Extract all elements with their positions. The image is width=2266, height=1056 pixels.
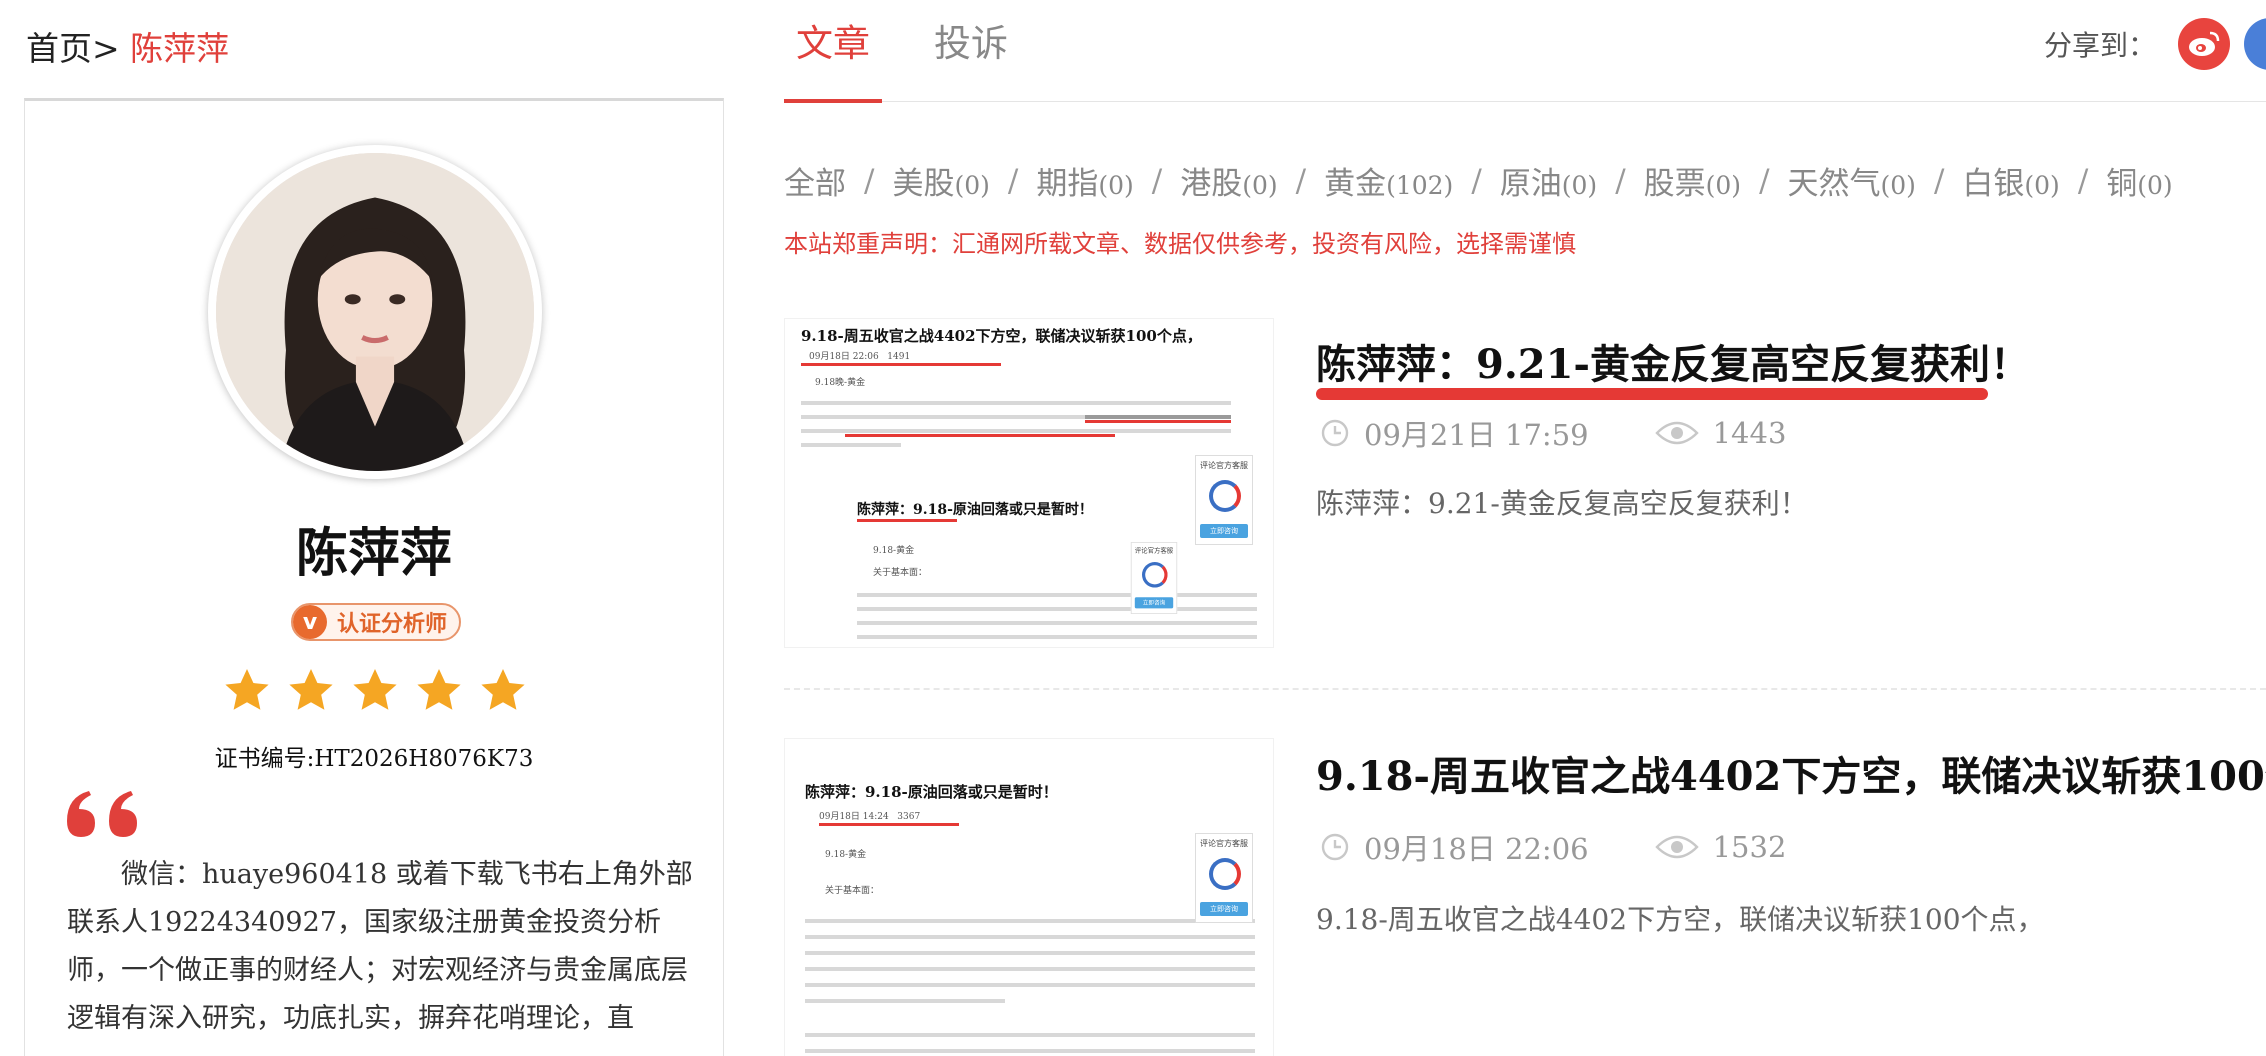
filter-all[interactable]: 全部 [784,158,846,203]
filter-silver[interactable]: 白银(0) [1962,158,2059,203]
avatar-frame [208,145,542,479]
analyst-intro: 微信：huaye960418 或着下载飞书右上角外部联系人19224340927… [67,859,693,1034]
breadcrumb: 首页> 陈萍萍 [26,22,229,70]
thumb-underline [801,363,1001,366]
thumb-inner-subtitle: 关于基本面： [873,568,928,578]
star-icon [353,669,397,710]
article-summary: 陈萍萍：9.21-黄金反复高空反复获利！ [1316,487,1808,520]
filter-us-stocks[interactable]: 美股(0) [892,158,989,203]
thumb-underline [819,823,959,826]
clock-icon [1321,419,1349,447]
filter-separator: / [1615,162,1626,199]
article-date: 09月18日 22:06 [1364,832,1589,866]
thumb-section: 9.18-黄金 [825,850,867,860]
article-summary: 9.18-周五收官之战4402下方空，联储决议斩获100个点， [1316,903,2045,936]
quote-icon [67,791,137,837]
analyst-profile-card: 陈萍萍 v 认证分析师 证书编号:HT2026H8076K73 微信：huaye… [24,98,724,1056]
article-meta: 09月18日 22:06 1532 [1320,826,1786,868]
filter-gold[interactable]: 黄金(102) [1324,158,1453,203]
tab-complaints[interactable]: 投诉 [934,20,1008,102]
star-icon [225,669,269,710]
disclaimer: 本站郑重声明：汇通网所载文章、数据仅供参考，投资有风险，选择需谨慎 [784,230,1576,258]
article-title[interactable]: 陈萍萍：9.21-黄金反复高空反复获利！ [1316,332,2030,390]
thumb-title: 9.18-周五收官之战4402下方空，联储决议斩获100个点， [801,327,1202,345]
qzone-share-button[interactable] [2244,18,2266,70]
thumb-service-box: 评论官方客服 立即咨询 [1195,833,1253,923]
thumb-inner-title: 陈萍萍：9.18-原油回落或只是暂时！ [857,502,1093,518]
filter-hk-stocks[interactable]: 港股(0) [1180,158,1277,203]
certificate-number: 证书编号:HT2026H8076K73 [214,746,534,772]
thumb-inner-subtitle: 关于基本面： [825,886,880,896]
filter-index-futures[interactable]: 期指(0) [1036,158,1133,203]
share-bar: 分享到： [2044,18,2266,70]
certified-analyst-badge: v 认证分析师 [291,603,461,641]
thumb-meta: 09月18日 22:06 1491 [809,352,911,362]
filter-separator: / [1007,162,1019,199]
article-divider [784,688,2266,690]
article-thumbnail[interactable]: 陈萍萍：9.18-原油回落或只是暂时！ 09月18日 14:24 3367 9.… [784,738,1274,1056]
eye-icon [1654,835,1699,859]
thumb-inner-section: 9.18-黄金 [873,546,915,556]
tab-articles[interactable]: 文章 [784,20,882,103]
thumb-title: 陈萍萍：9.18-原油回落或只是暂时！ [805,783,1058,801]
analyst-name: 陈萍萍 [295,523,452,584]
filter-separator: / [1933,162,1945,199]
clock-icon [1321,833,1349,861]
star-icon [481,669,525,710]
thumb-service-box: 评论官方客服 立即咨询 [1130,542,1178,614]
filter-separator: / [1759,162,1770,199]
breadcrumb-home-link[interactable]: 首页> [26,29,120,68]
article-title[interactable]: 9.18-周五收官之战4402下方空，联储决议斩获100个点， [1316,744,2266,802]
verified-v-icon: v [293,605,327,639]
share-label: 分享到： [2043,29,2156,62]
article-meta: 09月21日 17:59 1443 [1320,412,1786,454]
filter-separator: / [1151,162,1163,199]
breadcrumb-current: 陈萍萍 [130,29,230,68]
eye-icon [1654,421,1699,445]
article-item[interactable]: 9.18-周五收官之战4402下方空，联储决议斩获100个点， 09月18日 2… [784,318,2266,648]
filter-separator: / [2077,162,2089,199]
content-tabs: 文章 投诉 分享到： [784,0,2266,103]
star-icon [417,669,461,710]
filter-separator: / [1471,162,1482,199]
title-highlight-underline [1316,388,1988,400]
rating-stars [223,667,527,713]
weibo-icon [2189,31,2220,56]
thumb-service-box: 评论官方客服 立即咨询 [1195,455,1253,545]
badge-label: 认证分析师 [337,612,448,637]
category-filter-bar: 全部 / 美股(0) / 期指(0) / 港股(0) / 黄金(102) / 原… [784,158,2173,203]
filter-separator: / [1295,162,1307,199]
thumb-meta: 09月18日 14:24 3367 [819,812,921,822]
article-views: 1443 [1712,416,1787,450]
filter-copper[interactable]: 铜(0) [2106,158,2172,203]
weibo-share-button[interactable] [2178,18,2230,70]
thumb-section: 9.18晚-黄金 [815,378,866,388]
filter-natural-gas[interactable]: 天然气(0) [1788,158,1916,203]
filter-stocks[interactable]: 股票(0) [1644,158,1741,203]
filter-separator: / [864,162,875,199]
avatar [216,153,534,471]
avatar-portrait [216,153,534,471]
article-item[interactable]: 陈萍萍：9.18-原油回落或只是暂时！ 09月18日 14:24 3367 9.… [784,738,2266,1056]
star-icon [289,669,333,710]
article-thumbnail[interactable]: 9.18-周五收官之战4402下方空，联储决议斩获100个点， 09月18日 2… [784,318,1274,648]
filter-crude-oil[interactable]: 原油(0) [1500,158,1597,203]
article-date: 09月21日 17:59 [1364,418,1589,452]
article-views: 1532 [1712,830,1787,864]
